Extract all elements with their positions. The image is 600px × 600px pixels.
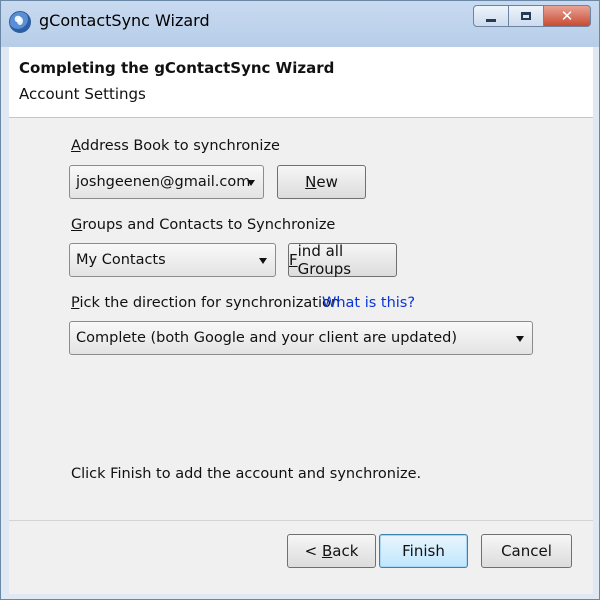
address-book-label: Address Book to synchronize <box>71 138 280 154</box>
wizard-content: Address Book to synchronize joshgeenen@g… <box>9 118 593 520</box>
wizard-window: gContactSync Wizard ✕ Completing the gCo… <box>0 0 600 600</box>
minimize-button[interactable] <box>473 5 509 27</box>
page-title: Completing the gContactSync Wizard <box>19 59 335 77</box>
window-controls: ✕ <box>473 5 591 27</box>
chevron-down-icon <box>247 180 255 186</box>
chevron-down-icon <box>516 336 524 342</box>
wizard-footer: < Back Finish Cancel <box>9 520 593 594</box>
finish-instructions: Click Finish to add the account and sync… <box>71 466 422 482</box>
back-button[interactable]: < Back <box>287 534 376 568</box>
groups-select[interactable]: My Contacts <box>69 243 276 277</box>
address-book-value: joshgeenen@gmail.com <box>76 174 251 190</box>
groups-label: Groups and Contacts to Synchronize <box>71 217 336 233</box>
wizard-header: Completing the gContactSync Wizard Accou… <box>9 47 593 118</box>
minimize-icon <box>486 18 496 22</box>
cancel-button[interactable]: Cancel <box>481 534 572 568</box>
find-all-groups-button[interactable]: Find all Groups <box>288 242 397 278</box>
address-book-select[interactable]: joshgeenen@gmail.com <box>69 165 264 199</box>
title-bar[interactable]: gContactSync Wizard ✕ <box>1 1 599 47</box>
direction-label: Pick the direction for synchronization <box>71 295 341 311</box>
thunderbird-app-icon <box>9 11 31 33</box>
sync-direction-select[interactable]: Complete (both Google and your client ar… <box>69 321 533 355</box>
maximize-button[interactable] <box>508 5 544 27</box>
sync-direction-value: Complete (both Google and your client ar… <box>76 330 457 346</box>
finish-button[interactable]: Finish <box>379 534 468 568</box>
chevron-down-icon <box>259 258 267 264</box>
new-address-book-button[interactable]: New <box>277 165 366 199</box>
page-subtitle: Account Settings <box>19 85 146 103</box>
close-icon: ✕ <box>560 7 574 25</box>
what-is-this-link[interactable]: What is this? <box>322 295 415 311</box>
window-title: gContactSync Wizard <box>39 11 210 30</box>
maximize-icon <box>521 12 531 20</box>
groups-value: My Contacts <box>76 252 166 268</box>
close-button[interactable]: ✕ <box>543 5 591 27</box>
